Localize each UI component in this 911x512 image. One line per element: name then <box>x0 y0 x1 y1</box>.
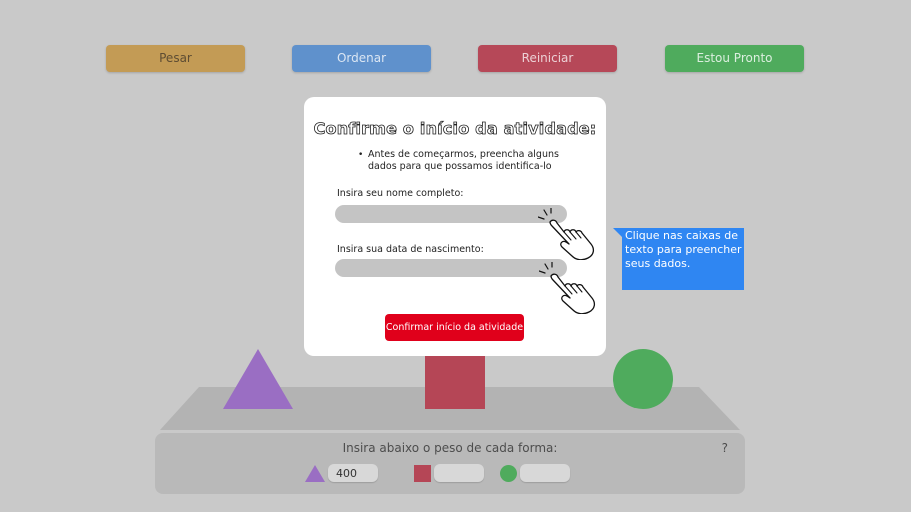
name-label: Insira seu nome completo: <box>337 188 464 199</box>
triangle-shape <box>223 349 293 409</box>
weights-title: Insira abaixo o peso de cada forma: <box>342 441 558 455</box>
bullet-dot: • <box>358 150 364 160</box>
modal-title: Confirme o início da atividade: <box>313 119 597 139</box>
birth-label: Insira sua data de nascimento: <box>337 244 484 255</box>
weights-panel: Insira abaixo o peso de cada forma: ? <box>155 433 745 494</box>
modal-bullet-text: Antes de começarmos, preencha alguns dad… <box>368 149 559 172</box>
triangle-weight-input[interactable] <box>328 464 378 482</box>
hand-pointer-icon <box>539 262 596 314</box>
confirm-start-button[interactable]: Confirmar início da atividade <box>385 314 524 341</box>
help-icon[interactable]: ? <box>722 441 728 455</box>
help-tooltip: Clique nas caixas de texto para preenche… <box>622 228 744 290</box>
circle-weight-input[interactable] <box>520 464 570 482</box>
square-shape <box>425 355 485 409</box>
square-weight-input[interactable] <box>434 464 484 482</box>
tooltip-tail <box>613 228 622 237</box>
triangle-mini-icon <box>305 465 325 482</box>
circle-mini-icon <box>500 465 517 482</box>
square-mini-icon <box>414 465 431 482</box>
hand-pointer-icon <box>538 208 595 260</box>
name-input[interactable] <box>335 205 567 223</box>
circle-shape <box>613 349 673 409</box>
birth-input[interactable] <box>335 259 567 277</box>
